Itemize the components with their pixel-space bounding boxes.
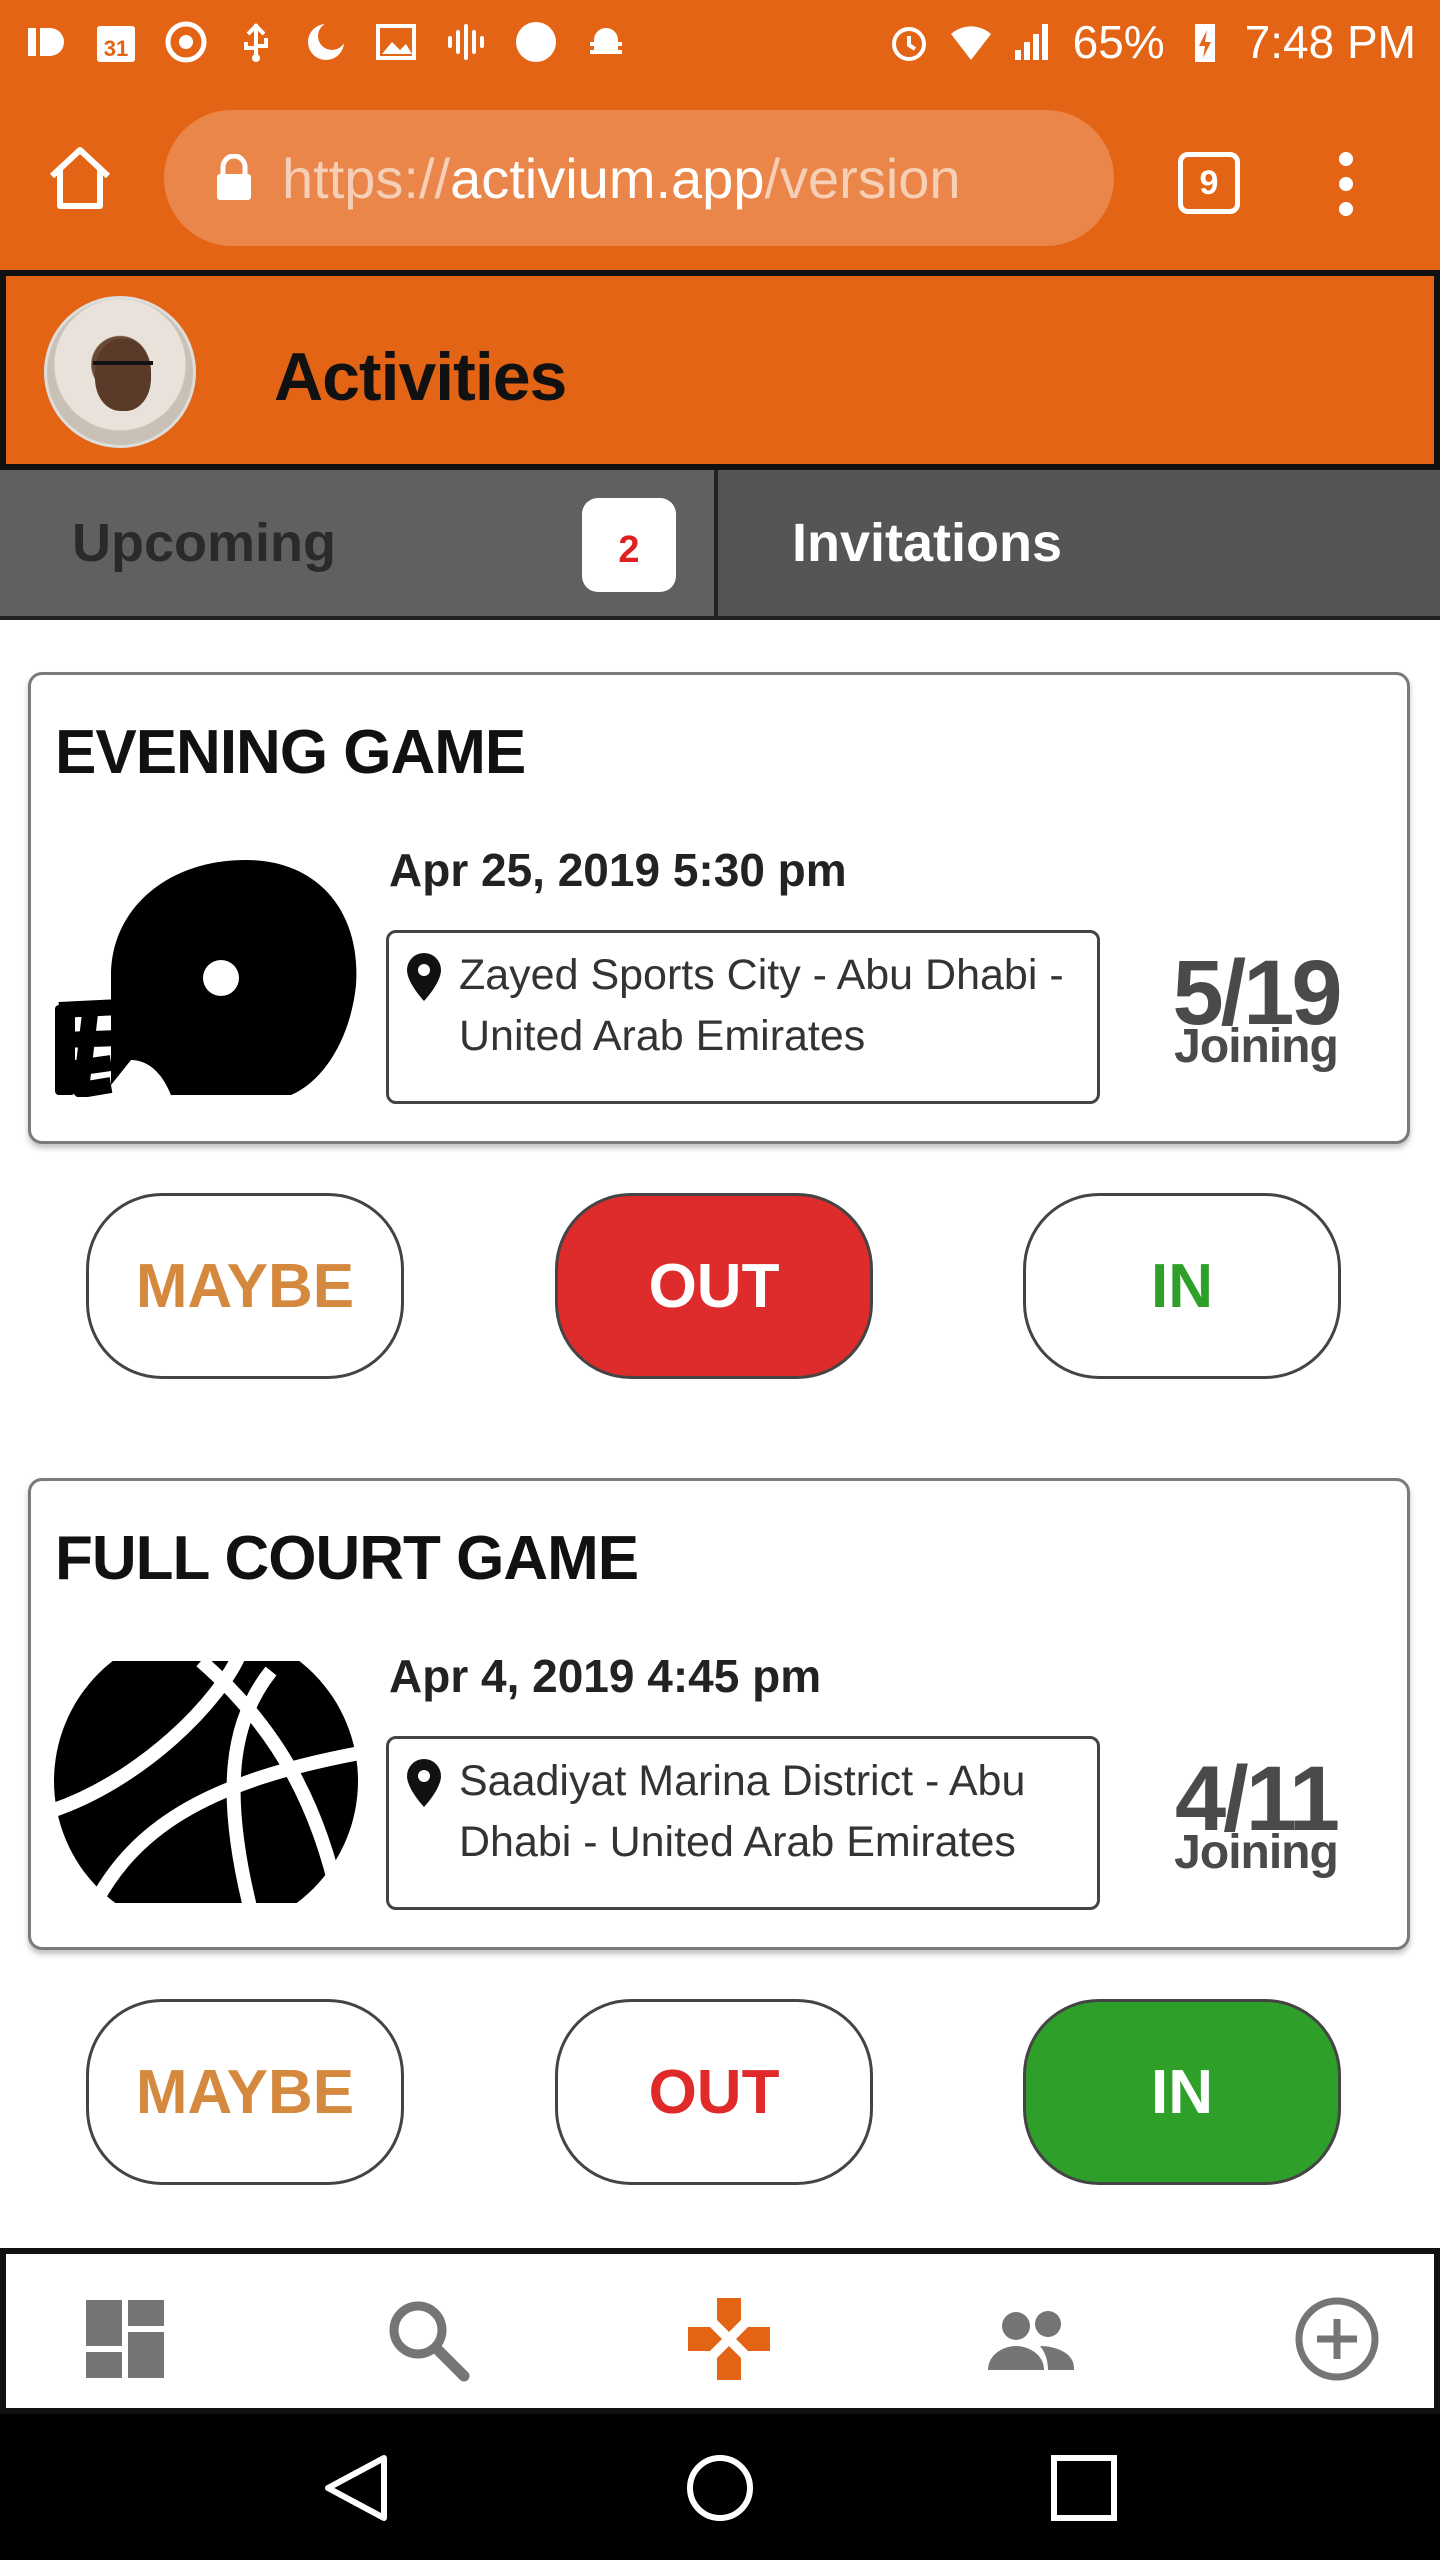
location-text: Saadiyat Marina District - Abu Dhabi - U…	[459, 1757, 1026, 1866]
home-system-button[interactable]	[680, 2448, 760, 2528]
out-button[interactable]: OUT	[555, 1193, 873, 1379]
rsvp-buttons: MAYBE OUT IN	[0, 1193, 1440, 1379]
upcoming-count-badge: 2	[582, 498, 676, 592]
url-text: https://activium.app/version	[282, 146, 961, 211]
night-mode-icon	[304, 20, 348, 64]
out-button[interactable]: OUT	[555, 1999, 873, 2185]
home-icon	[49, 147, 111, 209]
activity-date: Apr 4, 2019 4:45 pm	[389, 1650, 822, 1702]
recents-button[interactable]	[1044, 2448, 1124, 2528]
activity-location[interactable]: Saadiyat Marina District - Abu Dhabi - U…	[386, 1736, 1100, 1910]
people-icon	[988, 2311, 1074, 2370]
system-navigation-bar	[0, 2414, 1440, 2560]
activity-title: FULL COURT GAME	[55, 1524, 639, 1593]
back-button[interactable]	[318, 2448, 398, 2528]
location-text: Zayed Sports City - Abu Dhabi - United A…	[459, 951, 1064, 1060]
usb-icon	[234, 20, 278, 64]
activity-location[interactable]: Zayed Sports City - Abu Dhabi - United A…	[386, 930, 1100, 1104]
nav-create[interactable]	[1292, 2294, 1382, 2384]
home-button[interactable]	[44, 142, 116, 214]
activity-tabs: Upcoming 2 Invitations	[0, 470, 1440, 620]
url-path: /version	[764, 146, 961, 210]
recents-icon	[1051, 2455, 1117, 2521]
tab-invitations-label: Invitations	[792, 513, 1063, 573]
wifi-icon	[949, 20, 993, 64]
joining-label: Joining	[1174, 1826, 1339, 1879]
activity-card[interactable]: EVENING GAME Apr 25, 2019 5:30 pm Zayed …	[28, 672, 1410, 1144]
app-header: Activities	[0, 270, 1440, 470]
activity-card[interactable]: FULL COURT GAME Apr 4, 2019 4:45 pm Saad…	[28, 1478, 1410, 1950]
nav-search[interactable]	[382, 2294, 472, 2384]
tab-upcoming[interactable]: Upcoming 2	[0, 470, 718, 616]
page-title: Activities	[274, 339, 567, 415]
gamepad-icon	[688, 2298, 770, 2380]
url-host: activium.app	[450, 146, 765, 210]
activity-title: EVENING GAME	[55, 718, 526, 787]
location-pin-icon	[407, 1759, 441, 1807]
back-icon	[325, 2455, 387, 2521]
activity-date: Apr 25, 2019 5:30 pm	[389, 844, 847, 896]
location-pin-icon	[407, 953, 441, 1001]
nav-activities[interactable]	[684, 2294, 774, 2384]
joining-counter: 4/11 Joining	[1141, 1753, 1371, 1880]
tab-invitations[interactable]: Invitations	[718, 470, 1440, 616]
battery-percent: 65%	[1072, 16, 1165, 68]
android-debug-icon	[584, 20, 628, 64]
circle-icon	[514, 20, 558, 64]
maybe-button[interactable]: MAYBE	[86, 1999, 404, 2185]
image-icon	[374, 20, 418, 64]
browser-toolbar: https://activium.app/version 9	[0, 84, 1440, 270]
battery-charging-icon	[1183, 20, 1227, 64]
system-status: 65% 7:48 PM	[887, 15, 1416, 69]
add-circle-icon	[1295, 2297, 1379, 2381]
football-helmet-icon	[51, 855, 361, 1098]
overflow-menu-button[interactable]	[1322, 144, 1370, 224]
podcast-icon	[444, 20, 488, 64]
dashboard-icon	[86, 2300, 164, 2378]
avatar[interactable]	[44, 296, 196, 448]
in-button[interactable]: IN	[1023, 1999, 1341, 2185]
calendar-day: 31	[104, 36, 128, 61]
basketball-icon	[51, 1661, 361, 1903]
rsvp-buttons: MAYBE OUT IN	[0, 1999, 1440, 2185]
bottom-navigation	[0, 2248, 1440, 2414]
status-bar: 31 65% 7:48 PM	[0, 0, 1440, 84]
joining-label: Joining	[1174, 1020, 1339, 1073]
search-icon	[389, 2301, 470, 2382]
lock-icon	[217, 154, 251, 200]
joining-counter: 5/19 Joining	[1141, 947, 1371, 1074]
id-icon	[24, 20, 68, 64]
nav-dashboard[interactable]	[80, 2294, 170, 2384]
signal-icon	[1011, 20, 1055, 64]
tab-switcher-button[interactable]: 9	[1178, 152, 1240, 214]
notification-icons: 31	[24, 20, 628, 64]
clock: 7:48 PM	[1244, 16, 1416, 68]
home-circle-icon	[687, 2455, 753, 2521]
address-bar[interactable]: https://activium.app/version	[164, 110, 1114, 246]
nav-people[interactable]	[986, 2294, 1076, 2384]
url-scheme: https://	[282, 146, 451, 210]
maybe-button[interactable]: MAYBE	[86, 1193, 404, 1379]
chrome-icon	[164, 20, 208, 64]
in-button[interactable]: IN	[1023, 1193, 1341, 1379]
tab-upcoming-label: Upcoming	[72, 513, 336, 573]
alarm-icon	[887, 20, 931, 64]
calendar-icon: 31	[94, 20, 138, 64]
